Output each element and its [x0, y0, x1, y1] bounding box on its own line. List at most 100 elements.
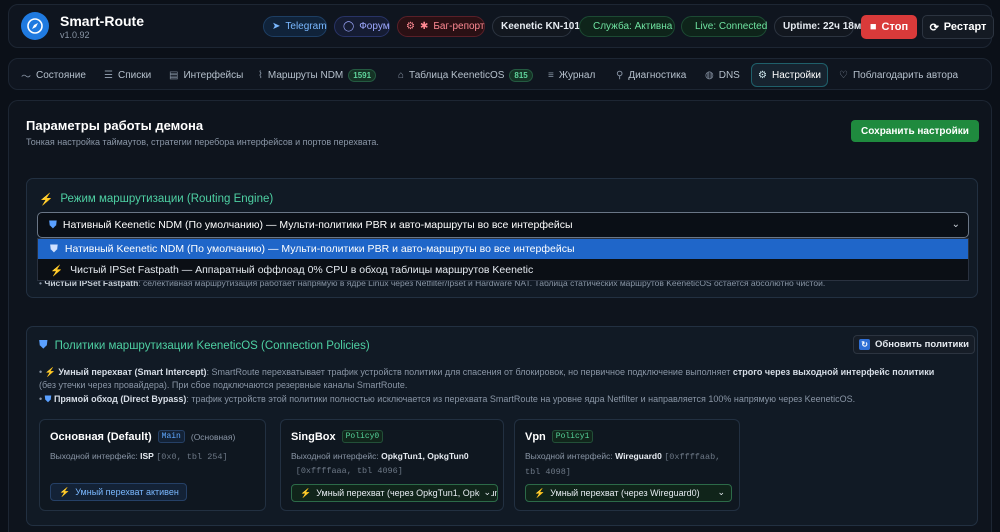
refresh-icon: ⟳ [929, 21, 939, 34]
policy-card-singbox: SingBox Policy0 Выходной интерфейс: Opkg… [280, 419, 504, 511]
dropdown-option-ipset[interactable]: ⚡ Чистый IPSet Fastpath — Аппаратный офф… [38, 260, 968, 280]
status-label: Умный перехват активен [75, 487, 179, 497]
chevron-down-icon: ⌄ [480, 487, 491, 498]
lightning-icon: ⚡ [39, 194, 54, 206]
routing-engine-card: ⚡ Режим маршрутизации (Routing Engine) ⛊… [26, 178, 978, 298]
save-settings-button[interactable]: Сохранить настройки [851, 120, 979, 142]
iface-label: Выходной интерфейс: [525, 451, 613, 461]
box-icon: ⌂ [398, 69, 405, 81]
policy-tag: Policy1 [551, 430, 594, 443]
search-icon: ⚲ [616, 69, 624, 81]
iface-value: ISP [140, 451, 154, 461]
tab-bar: 〜 Состояние ☰ Списки ▤ Интерфейсы ⌇ Марш… [8, 58, 992, 90]
telegram-icon: ➤ [272, 21, 281, 32]
telegram-link[interactable]: ➤ Telegram [263, 16, 327, 37]
stop-label: Стоп [881, 21, 909, 33]
direct-bypass-description: • ⛊ Прямой обход (Direct Bypass): трафик… [39, 394, 856, 404]
tab-status[interactable]: 〜 Состояние [15, 63, 92, 87]
policy-name: Vpn Policy1 [525, 430, 594, 443]
heart-icon: ♡ [839, 69, 848, 81]
routing-engine-dropdown: ⛊ Нативный Keenetic NDM (По умолчанию) —… [37, 238, 969, 281]
service-status-badge: Служба: Активна [579, 16, 675, 37]
count-badge: 815 [509, 68, 533, 82]
tab-dns[interactable]: ◍ DNS [699, 63, 746, 87]
smart-bold: строго через выходной интерфейс политики [732, 367, 935, 377]
tab-label: DNS [718, 69, 740, 81]
policy-mode-select[interactable]: ⚡ Умный перехват (через OpkgTun1, OpkgTu… [291, 484, 498, 502]
refresh-label: Обновить политики [875, 339, 969, 350]
select-value: Умный перехват (через Wireguard0) [550, 488, 700, 498]
bug-report-label: Баг-репорт [433, 21, 485, 32]
bypass-label: Прямой обход (Direct Bypass) [53, 394, 187, 404]
select-value: Умный перехват (через OpkgTun1, OpkgTun0… [316, 488, 498, 498]
gear-icon: ⚙ [758, 69, 767, 81]
option-label: Нативный Keenetic NDM (По умолчанию) — М… [64, 243, 575, 255]
journal-icon: ≡ [548, 69, 554, 81]
tab-keenetic-table[interactable]: ⌂ Таблица KeeneticOS 815 [392, 63, 539, 87]
smart-label: Умный перехват (Smart Intercept) [58, 367, 207, 377]
bug-report-link[interactable]: ⚙ ✱ Баг-репорт [397, 16, 485, 37]
tab-thank-author[interactable]: ♡ Поблагодарить автора [833, 63, 964, 87]
list-icon: ☰ [104, 69, 113, 81]
routing-engine-select[interactable]: ⛊ Нативный Keenetic NDM (По умолчанию) —… [37, 212, 969, 238]
globe-icon: ◍ [705, 69, 714, 81]
iface-meta: [0xffffaab, [664, 452, 721, 462]
refresh-policies-button[interactable]: ↻ Обновить политики [853, 335, 975, 354]
tab-label: Настройки [771, 69, 822, 81]
shield-icon: ⛊ [39, 339, 48, 351]
smart-text-2: (без утечки через провайдера). При сбое … [39, 380, 408, 390]
lightning-icon: ⚡ [300, 487, 312, 498]
iface-label: Выходной интерфейс: [50, 451, 138, 461]
tab-label: Диагностика [628, 69, 687, 81]
policy-mode-select[interactable]: ⚡ Умный перехват (через Wireguard0) ⌄ [525, 484, 732, 502]
connection-policies-card: ⛊ Политики маршрутизации KeeneticOS (Con… [26, 326, 978, 526]
lightning-icon: ⚡ [534, 487, 546, 498]
card-title-label: Политики маршрутизации KeeneticOS (Conne… [54, 339, 370, 352]
tab-interfaces[interactable]: ▤ Интерфейсы [163, 63, 249, 87]
compass-logo-icon [21, 12, 49, 40]
dropdown-option-ndm[interactable]: ⛊ Нативный Keenetic NDM (По умолчанию) —… [38, 239, 968, 259]
iface-meta: [0x0, tbl 254] [156, 452, 228, 462]
live-status-label: Live: Connected [695, 21, 768, 32]
tab-label: Журнал [558, 69, 596, 81]
policy-name-label: Vpn [525, 430, 546, 443]
policy-subtitle: (Основная) [190, 431, 236, 442]
stop-button[interactable]: ■ Стоп [861, 15, 917, 39]
bypass-text: : трафик устройств этой политики полност… [186, 394, 856, 404]
policy-card-vpn: Vpn Policy1 Выходной интерфейс: Wireguar… [514, 419, 740, 511]
page-title: Параметры работы демона [26, 118, 204, 133]
tab-lists[interactable]: ☰ Списки [98, 63, 157, 87]
policy-name: SingBox Policy0 [291, 430, 384, 443]
routing-engine-title: ⚡ Режим маршрутизации (Routing Engine) [39, 192, 273, 206]
iface-value: OpkgTun1, OpkgTun0 [381, 451, 469, 461]
policy-card-default: Основная (Default) Main (Основная) Выход… [39, 419, 266, 511]
settings-panel: Параметры работы демона Тонкая настройка… [8, 100, 992, 532]
tab-settings[interactable]: ⚙ Настройки [751, 63, 829, 87]
shield-icon: ⛊ [49, 218, 57, 231]
policy-interface: Выходной интерфейс: ISP [0x0, tbl 254] [50, 449, 228, 464]
app-version: v1.0.92 [60, 30, 90, 40]
option-label: Чистый IPSet Fastpath — Аппаратный оффло… [70, 264, 534, 276]
iface-value: Wireguard0 [615, 451, 662, 461]
smart-intercept-status-badge: ⚡ Умный перехват активен [50, 483, 187, 501]
policy-interface: Выходной интерфейс: OpkgTun1, OpkgTun0 [… [291, 449, 469, 478]
shield-icon: ⛊ [50, 242, 58, 255]
restart-button[interactable]: ⟳ Рестарт [922, 15, 994, 39]
policy-tag: Policy0 [341, 430, 384, 443]
policy-tag: Main [157, 430, 185, 443]
tab-ndm-routes[interactable]: ⌇ Маршруты NDM 1591 [252, 63, 382, 87]
router-model-badge: Keenetic KN-1012 [492, 16, 585, 37]
forum-link[interactable]: ◯ Форум [334, 16, 390, 37]
tab-label: Состояние [36, 69, 86, 81]
interfaces-icon: ▤ [169, 69, 179, 81]
page-subtitle: Тонкая настройка таймаутов, стратегии пе… [26, 137, 379, 147]
policy-name: Основная (Default) Main (Основная) [50, 430, 235, 443]
policy-name-label: SingBox [291, 430, 336, 443]
pulse-icon: 〜 [21, 71, 31, 83]
tab-label: Интерфейсы [183, 69, 244, 81]
tab-diagnostics[interactable]: ⚲ Диагностика [610, 63, 692, 87]
service-status-label: Служба: Активна [593, 21, 673, 32]
tab-journal[interactable]: ≡ Журнал [542, 63, 601, 87]
app-header: Smart-Route v1.0.92 ➤ Telegram ◯ Форум ⚙… [8, 4, 994, 48]
policy-interface: Выходной интерфейс: Wireguard0 [0xffffaa… [525, 449, 720, 479]
